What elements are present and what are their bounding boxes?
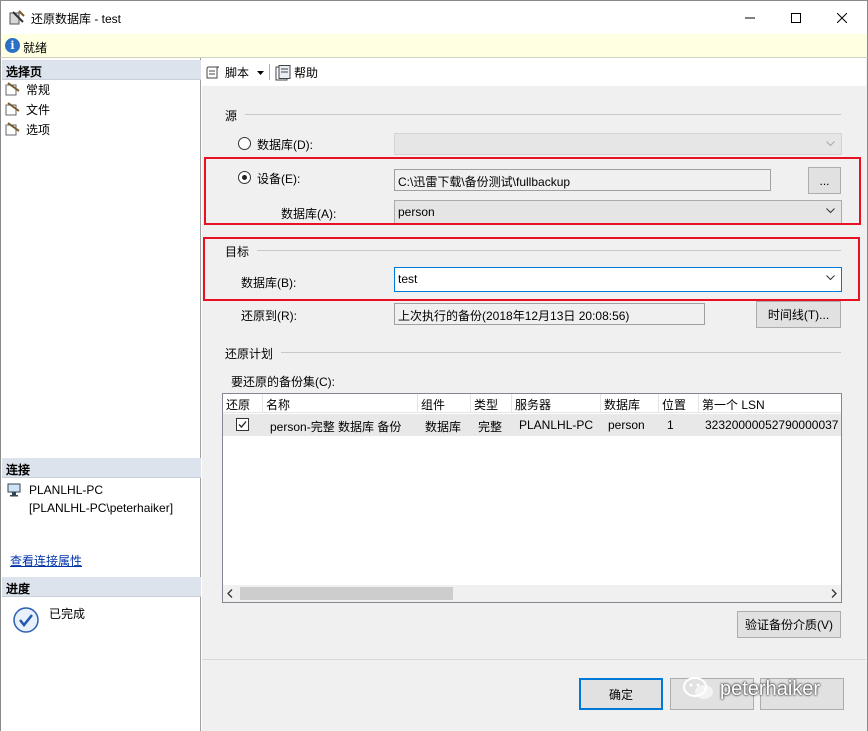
progress-status: 已完成 [49, 607, 86, 621]
footer-divider [202, 659, 866, 660]
page-item-label: 常规 [26, 82, 51, 97]
maximize-button[interactable] [773, 1, 819, 35]
toolbar-separator [269, 64, 270, 80]
help-button[interactable]: 帮助 [275, 64, 318, 81]
column-header[interactable]: 还原 [223, 394, 263, 413]
plan-divider [281, 352, 841, 353]
connection-header: 连接 [2, 458, 201, 478]
window-title: 还原数据库 - test [31, 12, 122, 26]
source-group-label: 源 [225, 109, 238, 123]
backup-sets-label: 要还原的备份集(C): [231, 375, 335, 389]
status-bar: i 就绪 [0, 34, 868, 58]
help-label: 帮助 [294, 66, 319, 80]
column-header[interactable]: 组件 [418, 394, 471, 413]
toolbar: 脚本 帮助 [202, 58, 866, 86]
database-radio-label: 数据库(D): [257, 138, 313, 152]
horizontal-scrollbar[interactable] [223, 585, 841, 602]
column-header[interactable]: 名称 [263, 394, 418, 413]
backup-sets-grid[interactable]: 还原 名称 组件 类型 服务器 数据库 位置 第一个 LSN person-完整… [222, 393, 842, 603]
plan-group-label: 还原计划 [225, 347, 274, 361]
source-divider [245, 114, 841, 115]
restore-cell[interactable] [223, 414, 263, 436]
minimize-button[interactable] [727, 1, 773, 35]
view-connection-properties-link[interactable]: 查看连接属性 [10, 552, 82, 569]
checkmark-icon [238, 421, 247, 428]
script-button[interactable]: 脚本 [206, 64, 265, 81]
first-lsn-cell: 32320000052790000037 [705, 418, 839, 432]
close-icon [837, 13, 847, 23]
column-header[interactable]: 第一个 LSN [699, 394, 841, 413]
restore-to-field: 上次执行的备份(2018年12月13日 20:08:56) [394, 303, 705, 325]
position-cell: 1 [667, 418, 674, 432]
page-icon [5, 82, 20, 96]
column-header[interactable]: 服务器 [512, 394, 601, 413]
help-icon [275, 64, 291, 80]
scrollbar-thumb[interactable] [240, 587, 453, 600]
database-radio[interactable] [238, 137, 251, 150]
select-page-header: 选择页 [2, 60, 201, 80]
verify-backup-media-button[interactable]: 验证备份介质(V) [737, 611, 841, 638]
highlight-box-target [203, 237, 860, 301]
page-item-files[interactable]: 文件 [5, 100, 50, 118]
connection-user: [PLANLHL-PC\peterhaiker] [29, 501, 174, 515]
dropdown-arrow-icon [257, 70, 265, 75]
status-text: 就绪 [23, 41, 48, 55]
column-header[interactable]: 数据库 [601, 394, 659, 413]
minimize-icon [745, 17, 755, 19]
server-connection-icon [7, 483, 21, 497]
chevron-down-icon [826, 141, 835, 147]
title-bar: 还原数据库 - test [0, 0, 868, 34]
wechat-icon [683, 677, 713, 699]
progress-header: 进度 [2, 577, 201, 597]
restore-to-label: 还原到(R): [241, 309, 297, 323]
close-button[interactable] [819, 1, 865, 35]
restore-database-icon [9, 10, 25, 25]
completed-check-icon [13, 607, 39, 633]
type-cell: 完整 [478, 420, 503, 434]
grid-header: 还原 名称 组件 类型 服务器 数据库 位置 第一个 LSN [223, 394, 841, 414]
restore-checkbox[interactable] [236, 418, 249, 431]
ok-button[interactable]: 确定 [579, 678, 663, 710]
connection-server: PLANLHL-PC [29, 483, 104, 497]
component-cell: 数据库 [425, 420, 462, 434]
name-cell: person-完整 数据库 备份 [270, 420, 402, 434]
page-item-general[interactable]: 常规 [5, 80, 50, 98]
source-database-combo[interactable] [394, 133, 842, 155]
info-icon: i [5, 38, 20, 53]
page-item-options[interactable]: 选项 [5, 120, 50, 138]
maximize-icon [791, 13, 801, 23]
script-label: 脚本 [225, 66, 250, 80]
watermark: peterhaiker [682, 676, 820, 702]
page-item-label: 文件 [26, 102, 51, 117]
left-panel: 选择页 常规 文件 选项 连接 PLANLHL-PC [PLANLHL-PC\p… [0, 58, 201, 731]
scroll-right-icon[interactable] [831, 589, 837, 598]
database-cell: person [608, 418, 645, 432]
column-header[interactable]: 类型 [471, 394, 512, 413]
column-header[interactable]: 位置 [659, 394, 699, 413]
server-cell: PLANLHL-PC [519, 418, 594, 432]
scroll-left-icon[interactable] [227, 589, 233, 598]
page-icon [5, 102, 20, 116]
watermark-text: peterhaiker [720, 677, 821, 700]
timeline-button[interactable]: 时间线(T)... [756, 301, 841, 328]
table-row[interactable]: person-完整 数据库 备份 数据库 完整 PLANLHL-PC perso… [223, 414, 841, 436]
script-icon [206, 66, 220, 78]
page-icon [5, 122, 20, 136]
page-item-label: 选项 [26, 122, 51, 137]
highlight-box-source [204, 157, 861, 225]
